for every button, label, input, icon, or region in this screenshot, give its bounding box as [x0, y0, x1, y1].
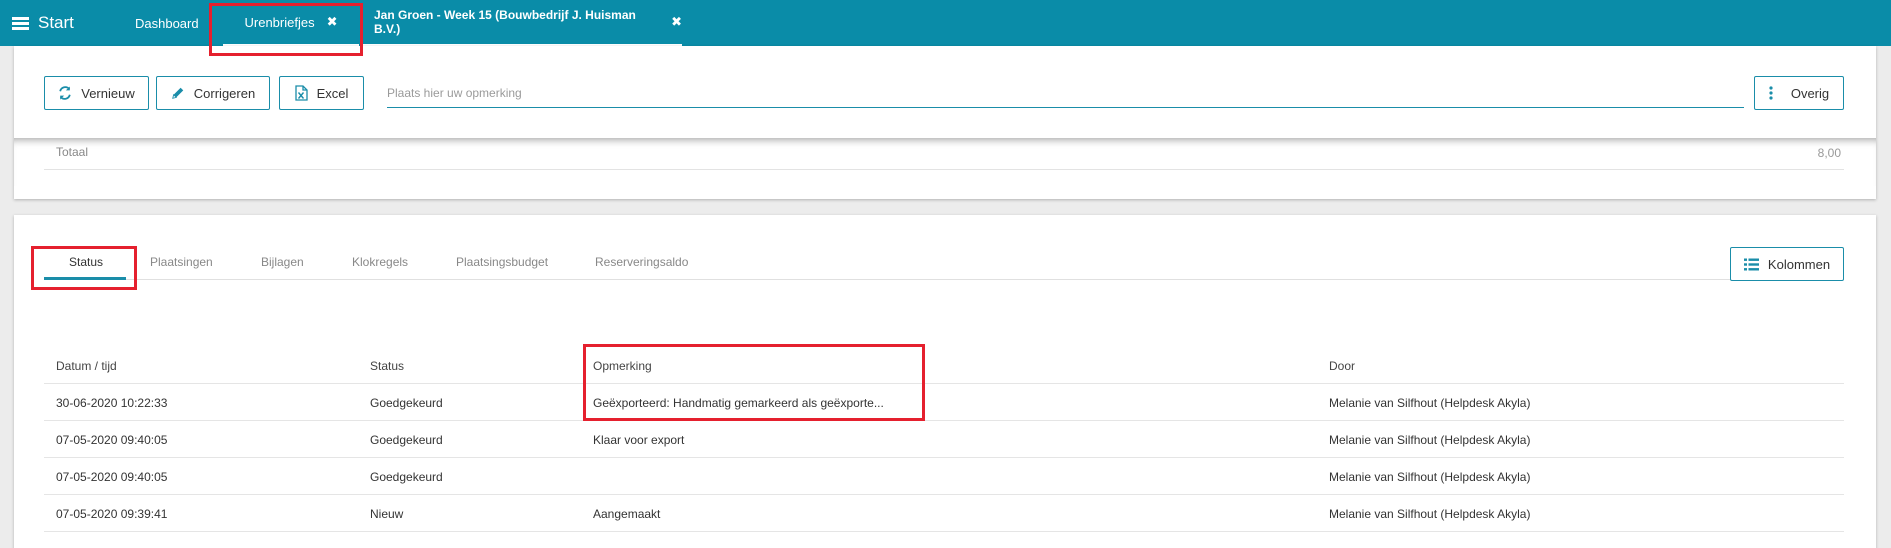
tab-label: Urenbriefjes — [244, 14, 315, 30]
tab-plaatsingen[interactable]: Plaatsingen — [150, 255, 213, 269]
status-cell: Goedgekeurd — [370, 433, 443, 447]
tab-reserveringsaldo[interactable]: Reserveringsaldo — [595, 255, 688, 269]
door-cell: Melanie van Silfhout (Helpdesk Akyla) — [1329, 470, 1531, 484]
opmerking-cell: Klaar voor export — [593, 433, 685, 447]
tabs-divider — [44, 279, 1731, 280]
vertical-dots-icon — [1769, 86, 1773, 100]
overig-button[interactable]: Overig — [1754, 76, 1844, 110]
column-header-status[interactable]: Status — [370, 359, 570, 373]
corrigeren-button[interactable]: Corrigeren — [156, 76, 270, 110]
tab-urenbriefjes[interactable]: Urenbriefjes ✖ — [223, 0, 359, 46]
top-bar: Start Dashboard Urenbriefjes ✖ Jan Groen… — [0, 0, 1891, 46]
pencil-icon — [171, 86, 185, 100]
vernieuw-button[interactable]: Vernieuw — [44, 76, 149, 110]
kolommen-button[interactable]: Kolommen — [1730, 247, 1844, 281]
totaal-label: Totaal — [56, 145, 89, 159]
status-cell: Goedgekeurd — [370, 470, 443, 484]
start-label: Start — [38, 13, 74, 32]
hamburger-icon — [12, 16, 29, 30]
divider — [44, 169, 1844, 170]
column-header-opmerking[interactable]: Opmerking — [593, 359, 913, 373]
totaal-value: 8,00 — [1817, 146, 1841, 160]
grid-header: Datum / tijd Status Opmerking Door — [44, 347, 1844, 384]
corrigeren-label: Corrigeren — [193, 85, 256, 101]
tab-plaatsingsbudget[interactable]: Plaatsingsbudget — [456, 255, 548, 269]
excel-file-icon — [294, 85, 308, 101]
datum-cell: 07-05-2020 09:40:05 — [56, 433, 168, 447]
column-header-datum[interactable]: Datum / tijd — [56, 359, 356, 373]
opmerking-input[interactable] — [387, 79, 1744, 108]
opmerking-cell: Geëxporteerd: Handmatig gemarkeerd als g… — [593, 396, 884, 410]
close-icon[interactable]: ✖ — [671, 14, 682, 30]
refresh-icon — [58, 86, 72, 100]
vernieuw-label: Vernieuw — [81, 85, 135, 101]
detail-panel: Status Plaatsingen Bijlagen Klokregels P… — [14, 215, 1876, 548]
opmerking-cell: Aangemaakt — [593, 507, 661, 521]
datum-cell: 07-05-2020 09:40:05 — [56, 470, 168, 484]
tab-label: Jan Groen - Week 15 (Bouwbedrijf J. Huis… — [374, 8, 636, 36]
table-row[interactable]: 07-05-2020 09:39:41 Nieuw Aangemaakt Mel… — [44, 495, 1844, 532]
door-cell: Melanie van Silfhout (Helpdesk Akyla) — [1329, 433, 1531, 447]
tab-klokregels[interactable]: Klokregels — [352, 255, 408, 269]
start-menu-button[interactable]: Start — [12, 13, 74, 33]
urenbriefje-panel: Vernieuw Corrigeren Excel Overig Totaal … — [14, 46, 1876, 199]
kolommen-label: Kolommen — [1767, 256, 1831, 272]
active-tab-indicator — [44, 277, 126, 280]
tab-bijlagen[interactable]: Bijlagen — [261, 255, 304, 269]
tab-jan-groen-week-15[interactable]: Jan Groen - Week 15 (Bouwbedrijf J. Huis… — [362, 0, 682, 46]
table-row[interactable]: 30-06-2020 10:22:33 Goedgekeurd Geëxport… — [44, 384, 1844, 421]
table-row[interactable]: 07-05-2020 09:40:05 Goedgekeurd Melanie … — [44, 458, 1844, 495]
list-icon — [1743, 258, 1759, 271]
tab-label: Dashboard — [135, 15, 199, 31]
status-grid: Datum / tijd Status Opmerking Door 30-06… — [44, 347, 1844, 532]
tab-status[interactable]: Status — [69, 255, 103, 269]
datum-cell: 07-05-2020 09:39:41 — [56, 507, 168, 521]
table-row[interactable]: 07-05-2020 09:40:05 Goedgekeurd Klaar vo… — [44, 421, 1844, 458]
column-header-door[interactable]: Door — [1329, 359, 1729, 373]
excel-label: Excel — [316, 85, 349, 101]
tab-dashboard[interactable]: Dashboard — [135, 0, 221, 46]
status-cell: Goedgekeurd — [370, 396, 443, 410]
datum-cell: 30-06-2020 10:22:33 — [56, 396, 168, 410]
excel-button[interactable]: Excel — [279, 76, 364, 110]
overig-label: Overig — [1790, 85, 1830, 101]
status-cell: Nieuw — [370, 507, 404, 521]
close-icon[interactable]: ✖ — [327, 14, 338, 30]
door-cell: Melanie van Silfhout (Helpdesk Akyla) — [1329, 507, 1531, 521]
door-cell: Melanie van Silfhout (Helpdesk Akyla) — [1329, 396, 1531, 410]
scroll-shadow — [14, 138, 1876, 186]
